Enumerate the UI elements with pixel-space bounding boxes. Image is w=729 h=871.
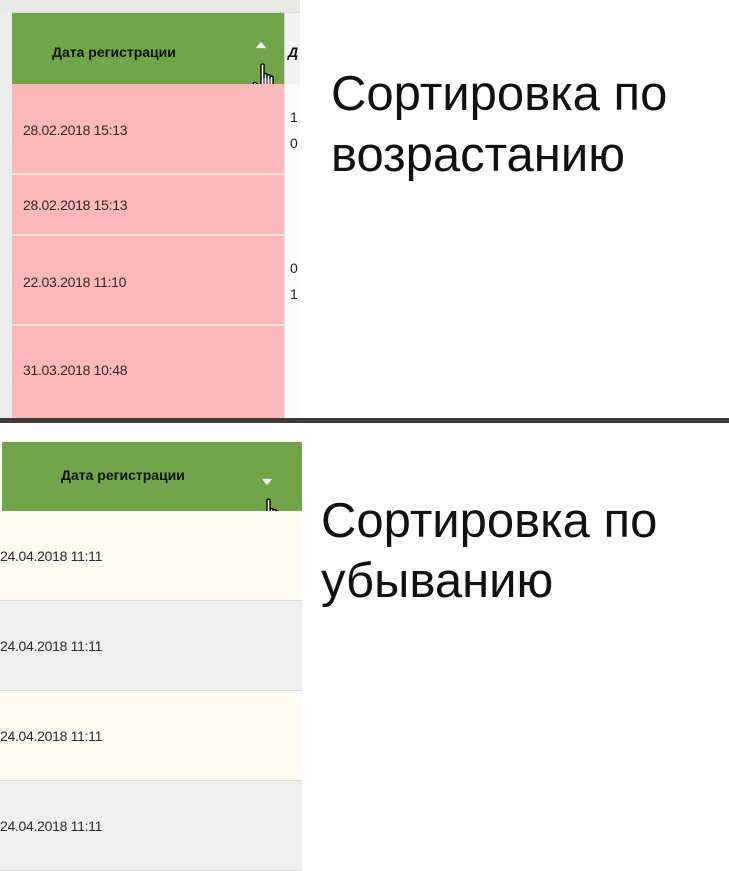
caption-line-2: убыванию: [321, 554, 554, 608]
table-row[interactable]: 28.02.2018 15:13: [12, 175, 284, 236]
table-row[interactable]: 31.03.2018 10:48: [12, 326, 284, 418]
sort-down-arrow-icon[interactable]: [261, 478, 273, 486]
caption-line-1: Сортировка по: [331, 67, 668, 121]
column-header-label: Дата регистрации: [61, 467, 185, 483]
registration-date-cell: 24.04.2018 11:11: [0, 548, 103, 564]
column-header-registration-date[interactable]: Дата регистрации: [2, 442, 302, 532]
column-header-registration-date[interactable]: Дата регистрации: [12, 13, 284, 97]
grid-left-edge: [0, 12, 12, 418]
registration-date-cell: 24.04.2018 11:11: [0, 728, 103, 744]
ascending-sort-example: Дата регистрации Д 28.02.2018 15:13 1 0 …: [0, 0, 729, 418]
table-row[interactable]: 24.04.2018 11:11: [0, 691, 302, 781]
column-header-next-label: Д: [288, 44, 299, 60]
table-row[interactable]: 28.02.2018 15:13: [12, 84, 284, 175]
caption-line-2: возрастанию: [331, 128, 625, 182]
grid-top-edge: [0, 0, 300, 13]
table-row[interactable]: 24.04.2018 11:11: [0, 601, 302, 691]
registration-date-cell: 24.04.2018 11:11: [0, 818, 103, 834]
sort-up-arrow-icon[interactable]: [255, 41, 267, 49]
next-column-cell: 0 1: [284, 236, 300, 326]
registration-date-cell: 22.03.2018 11:10: [23, 274, 127, 290]
data-grid-ascending: Дата регистрации Д 28.02.2018 15:13 1 0 …: [0, 0, 300, 418]
column-header-next[interactable]: Д: [284, 13, 300, 84]
descending-sort-example: Дата регистрации 24.04.2018 11:11 24.04.…: [0, 423, 729, 871]
next-column-line2: 1: [290, 286, 298, 302]
next-column-line1: 0: [290, 260, 298, 276]
next-column-cell: 1 0: [284, 84, 300, 175]
registration-date-cell: 31.03.2018 10:48: [23, 362, 128, 378]
table-row[interactable]: 24.04.2018 11:11: [0, 511, 302, 601]
next-column-line1: 1: [290, 109, 298, 125]
next-column-line2: 0: [290, 135, 298, 151]
next-column-cell: [284, 326, 300, 418]
table-row[interactable]: 22.03.2018 11:10: [12, 236, 284, 326]
table-row[interactable]: 24.04.2018 11:11: [0, 781, 302, 871]
registration-date-cell: 28.02.2018 15:13: [23, 122, 128, 138]
registration-date-cell: 24.04.2018 11:11: [0, 638, 103, 654]
caption-line-1: Сортировка по: [321, 494, 658, 548]
column-header-label: Дата регистрации: [52, 44, 176, 60]
next-column-cell: [284, 175, 300, 236]
registration-date-cell: 28.02.2018 15:13: [23, 197, 128, 213]
